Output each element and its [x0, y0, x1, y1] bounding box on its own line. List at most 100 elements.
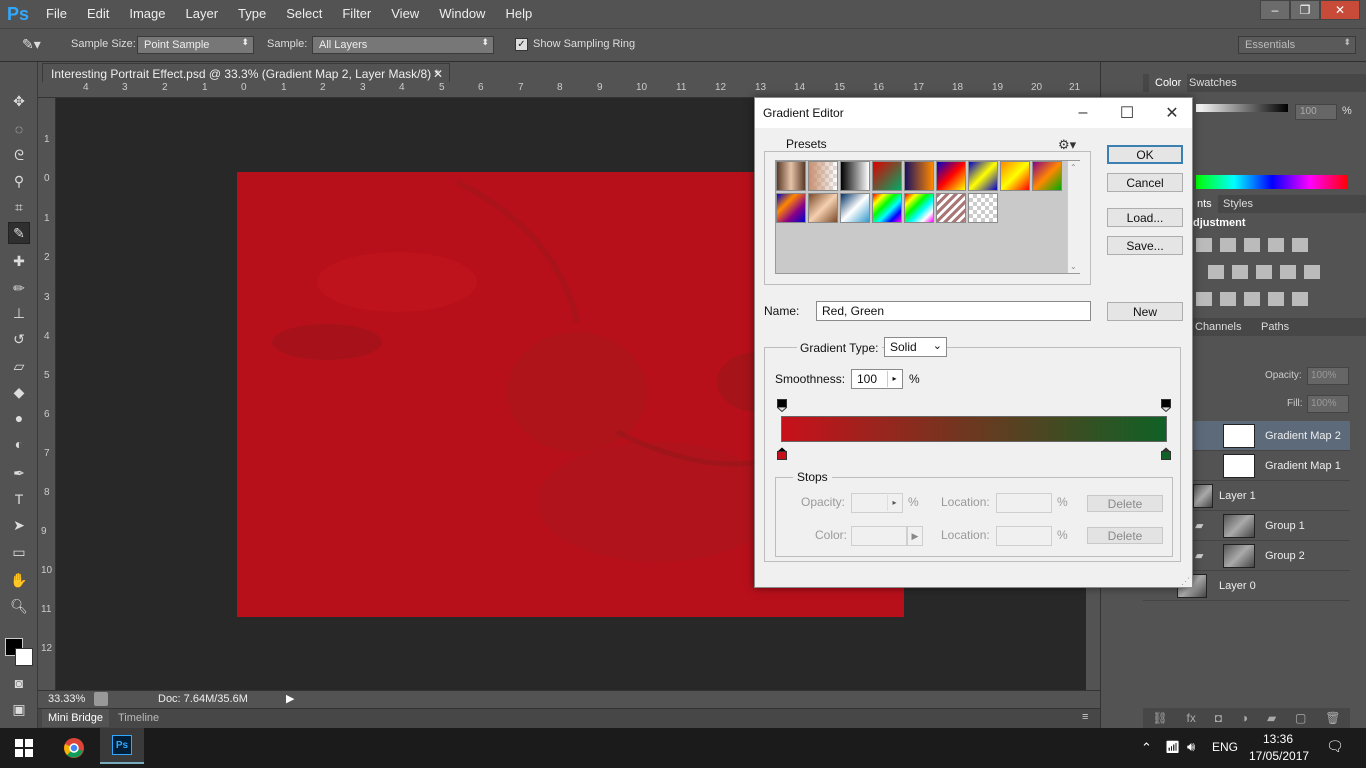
tab-swatches[interactable]: Swatches: [1183, 74, 1243, 92]
preset-swatch[interactable]: [776, 161, 806, 191]
history-brush-tool-icon[interactable]: ↺: [8, 328, 30, 350]
resize-grip-icon[interactable]: ⋰: [1181, 576, 1190, 587]
workspace-select[interactable]: Essentials ⬍: [1238, 36, 1356, 54]
menu-edit[interactable]: Edit: [77, 0, 119, 28]
tab-mini-bridge[interactable]: Mini Bridge: [42, 709, 110, 727]
curves-icon[interactable]: [1244, 238, 1260, 252]
channel-mixer-icon[interactable]: [1280, 265, 1296, 279]
preset-swatch[interactable]: [872, 193, 902, 223]
new-group-icon[interactable]: ▰: [1267, 711, 1276, 725]
close-tab-icon[interactable]: ✕: [433, 67, 443, 81]
new-button[interactable]: New: [1107, 302, 1183, 321]
rectangle-tool-icon[interactable]: ▭: [8, 541, 30, 563]
save-button[interactable]: Save...: [1107, 236, 1183, 255]
type-tool-icon[interactable]: T: [8, 488, 30, 510]
delete-opacity-stop-button[interactable]: Delete: [1087, 495, 1163, 512]
windows-start-icon[interactable]: [2, 730, 46, 766]
tab-adjustments[interactable]: nts: [1191, 195, 1218, 213]
black-white-icon[interactable]: [1232, 265, 1248, 279]
fill-field[interactable]: 100%: [1307, 395, 1349, 413]
preset-swatch[interactable]: [904, 161, 934, 191]
move-tool-icon[interactable]: ✥: [8, 90, 30, 112]
new-adjustment-icon[interactable]: ◑: [1241, 711, 1248, 725]
paint-bucket-tool-icon[interactable]: ◆: [8, 381, 30, 403]
chrome-icon[interactable]: [52, 730, 96, 766]
preset-swatch[interactable]: [904, 193, 934, 223]
load-button[interactable]: Load...: [1107, 208, 1183, 227]
status-arrow-icon[interactable]: ▶: [286, 692, 294, 705]
tab-paths[interactable]: Paths: [1255, 318, 1295, 336]
zoom-level[interactable]: 33.33%: [48, 693, 85, 705]
opacity-stop-left[interactable]: [777, 399, 787, 412]
threshold-icon[interactable]: [1244, 292, 1260, 306]
preset-swatch[interactable]: [872, 161, 902, 191]
zoom-tool-icon[interactable]: 🔍︎: [8, 595, 30, 617]
invert-icon[interactable]: [1196, 292, 1212, 306]
crop-tool-icon[interactable]: ⌗: [8, 196, 30, 218]
preset-swatch[interactable]: [968, 193, 998, 223]
menu-type[interactable]: Type: [228, 0, 276, 28]
vibrance-icon[interactable]: [1292, 238, 1308, 252]
stop-opacity-arrow-icon[interactable]: ▸: [887, 495, 901, 511]
preset-swatch[interactable]: [776, 193, 806, 223]
tab-timeline[interactable]: Timeline: [118, 712, 159, 724]
screen-mode-icon[interactable]: ▣: [8, 698, 30, 720]
chevron-up-icon[interactable]: ⌃: [1141, 740, 1152, 756]
sample-size-select[interactable]: Point Sample ⬍: [137, 36, 254, 54]
preset-swatch[interactable]: [1000, 161, 1030, 191]
quick-select-tool-icon[interactable]: ⚲: [8, 170, 30, 192]
stop-color-swatch[interactable]: [851, 526, 907, 546]
show-ring-checkbox[interactable]: ✓: [515, 38, 528, 51]
dodge-tool-icon[interactable]: ◐: [8, 433, 30, 455]
brightness-icon[interactable]: [1196, 238, 1212, 252]
stop-color-arrow-icon[interactable]: ▶: [907, 526, 923, 546]
trash-icon[interactable]: 🗑︎: [1325, 711, 1340, 725]
color-stop-right[interactable]: [1161, 447, 1171, 460]
eraser-tool-icon[interactable]: ▱: [8, 355, 30, 377]
clone-stamp-tool-icon[interactable]: ⊥: [8, 302, 30, 324]
menu-select[interactable]: Select: [276, 0, 332, 28]
background-color-swatch[interactable]: [15, 648, 33, 666]
presets-gear-icon[interactable]: ⚙▾: [1058, 137, 1076, 153]
new-layer-icon[interactable]: ▢: [1295, 711, 1306, 725]
color-stop-left[interactable]: [777, 447, 787, 460]
levels-icon[interactable]: [1220, 238, 1236, 252]
preset-swatch[interactable]: [968, 161, 998, 191]
gradient-preview-bar[interactable]: [781, 416, 1167, 442]
stop-opacity-field[interactable]: ▸: [851, 493, 903, 513]
menu-window[interactable]: Window: [429, 0, 495, 28]
network-icon[interactable]: 📶︎: [1165, 740, 1180, 754]
color-spectrum-bar[interactable]: [1196, 175, 1348, 189]
dialog-maximize-icon[interactable]: ☐: [1115, 102, 1139, 124]
layer-style-icon[interactable]: fx: [1187, 711, 1196, 725]
dialog-minimize-icon[interactable]: –: [1071, 102, 1095, 124]
eyedropper-tool-preset-icon[interactable]: ✎▾: [22, 36, 42, 54]
color-lookup-icon[interactable]: [1304, 265, 1320, 279]
preset-swatch[interactable]: [936, 161, 966, 191]
menu-view[interactable]: View: [381, 0, 429, 28]
smoothness-field[interactable]: 100 ▸: [851, 369, 903, 389]
opacity-slider-track[interactable]: [1196, 104, 1288, 112]
marquee-tool-icon[interactable]: ◌: [8, 118, 30, 140]
close-app-button[interactable]: ✕: [1320, 0, 1360, 20]
document-tab[interactable]: Interesting Portrait Effect.psd @ 33.3% …: [42, 63, 450, 83]
menu-file[interactable]: File: [36, 0, 77, 28]
gradient-type-select[interactable]: Solid ⌄: [884, 337, 947, 357]
dialog-titlebar[interactable]: Gradient Editor – ☐ ✕: [755, 98, 1192, 128]
preset-swatch[interactable]: [840, 193, 870, 223]
menu-filter[interactable]: Filter: [332, 0, 381, 28]
language-indicator[interactable]: ENG: [1212, 740, 1238, 754]
add-mask-icon[interactable]: ◘: [1215, 711, 1222, 725]
tab-channels[interactable]: Channels: [1189, 318, 1247, 336]
menu-layer[interactable]: Layer: [176, 0, 229, 28]
cancel-button[interactable]: Cancel: [1107, 173, 1183, 192]
tab-color[interactable]: Color: [1149, 74, 1188, 92]
healing-brush-tool-icon[interactable]: ✚: [8, 250, 30, 272]
preset-swatch[interactable]: [808, 161, 838, 191]
pen-tool-icon[interactable]: ✒: [8, 462, 30, 484]
preset-swatch[interactable]: [840, 161, 870, 191]
sample-select[interactable]: All Layers ⬍: [312, 36, 494, 54]
preset-swatch[interactable]: [1032, 161, 1062, 191]
quick-mask-icon[interactable]: ◙: [8, 672, 30, 694]
delete-color-stop-button[interactable]: Delete: [1087, 527, 1163, 544]
